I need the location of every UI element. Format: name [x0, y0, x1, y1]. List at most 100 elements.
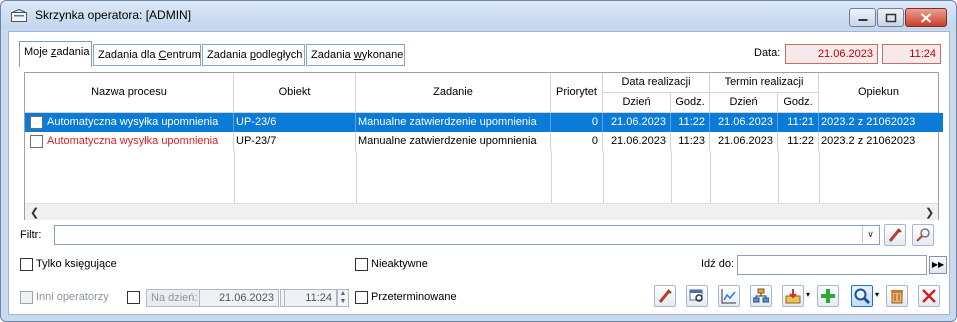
cell-guardian: 2023.2 z 21062023 [821, 135, 916, 147]
import-button[interactable] [782, 285, 804, 307]
minimize-icon [858, 18, 867, 21]
tab-label: Zadania dla [98, 49, 159, 61]
column-label: Dzień [622, 96, 651, 108]
tab-label: Moje [24, 46, 51, 58]
column-header-object[interactable]: Obiekt [234, 73, 356, 113]
on-day-time-input[interactable]: 11:24 [284, 289, 337, 307]
delete-button[interactable] [886, 285, 908, 307]
column-divider [234, 151, 235, 203]
horizontal-scrollbar[interactable]: ❮ ❯ [25, 203, 938, 220]
column-label: Termin realizacji [724, 76, 804, 88]
cell-realization-time: 11:23 [671, 132, 710, 151]
time-spinner[interactable]: ▲ ▼ [337, 289, 349, 307]
pen-icon [658, 289, 672, 303]
column-label: Godz. [675, 96, 705, 108]
tab-accelerator: w [353, 49, 362, 61]
tab-label: Zadania [311, 49, 354, 61]
only-posting-checkbox[interactable] [20, 258, 33, 271]
scroll-right-icon[interactable]: ❯ [925, 206, 934, 219]
goto-label: Idź do: [701, 258, 735, 270]
overdue-checkbox[interactable] [355, 291, 368, 304]
other-operators-label: Inni operatorzy [36, 291, 109, 303]
cell-process: Automatyczna wysyłka upomnienia [47, 113, 234, 132]
tasks-grid: Nazwa procesu Obiekt Zadanie Priorytet D… [24, 72, 943, 220]
column-header-realization-day[interactable]: Dzień [603, 93, 671, 113]
view-dropdown-icon[interactable]: ▾ [875, 290, 879, 299]
current-time: 11:24 [882, 44, 941, 64]
preview-button[interactable] [686, 285, 708, 307]
column-label: Obiekt [278, 86, 311, 98]
cell-realization-time: 11:22 [671, 113, 710, 132]
column-label: Nazwa procesu [91, 86, 167, 98]
column-header-guardian[interactable]: Opiekun [819, 73, 938, 113]
cell-process: Automatyczna wysyłka upomnienia [47, 132, 234, 151]
other-operators-checkbox[interactable] [20, 291, 33, 304]
chart-button[interactable] [718, 285, 740, 307]
close-button[interactable] [905, 8, 947, 27]
filter-dropdown-icon[interactable]: ∨ [862, 226, 878, 243]
operator-inbox-window: Skrzynka operatora: [ADMIN] Moje zadania… [0, 0, 957, 322]
title-bar: Skrzynka operatora: [ADMIN] [1, 1, 956, 29]
minimize-button[interactable] [849, 8, 876, 27]
tab-my-tasks[interactable]: Moje zadania [19, 41, 92, 67]
cell-task: Manualne zatwierdzenie upomnienia [358, 113, 551, 132]
filter-label: Filtr: [20, 229, 42, 241]
tab-subordinate-tasks[interactable]: Zadania podległych [202, 44, 305, 66]
table-row[interactable]: Automatyczna wysyłka upomnienia UP-23/7 … [25, 132, 938, 151]
row-checkbox[interactable] [30, 135, 43, 148]
column-header-process[interactable]: Nazwa procesu [25, 73, 234, 113]
column-header-deadline-day[interactable]: Dzień [710, 93, 778, 113]
column-divider [551, 151, 552, 203]
tab-label: odległych [255, 49, 303, 61]
column-label: Godz. [783, 96, 813, 108]
overdue-label: Przeterminowane [371, 291, 457, 303]
cell-task: Manualne zatwierdzenie upomnienia [358, 132, 551, 151]
goto-button[interactable]: ▶▶ [929, 256, 947, 274]
column-label: Priorytet [556, 86, 597, 98]
filter-input[interactable] [54, 225, 880, 245]
close-window-button[interactable] [918, 285, 940, 307]
tab-completed-tasks[interactable]: Zadania wykonane [306, 44, 405, 66]
import-icon [785, 289, 801, 304]
column-label: Opiekun [858, 86, 899, 98]
close-x-icon [922, 289, 936, 303]
column-header-priority[interactable]: Priorytet [551, 73, 603, 113]
column-header-realization-time[interactable]: Godz. [671, 93, 710, 113]
on-day-checkbox[interactable] [127, 291, 140, 304]
cell-priority: 0 [551, 113, 603, 132]
maximize-icon [885, 13, 896, 22]
view-button[interactable] [851, 285, 873, 307]
hierarchy-button[interactable] [750, 285, 772, 307]
maximize-button[interactable] [877, 8, 904, 27]
import-dropdown-icon[interactable]: ▾ [806, 290, 810, 299]
column-divider [671, 151, 672, 203]
column-group-deadline: Termin realizacji [710, 73, 819, 93]
inactive-checkbox[interactable] [355, 258, 368, 271]
filter-builder-button[interactable] [912, 224, 934, 246]
inactive-label: Nieaktywne [371, 258, 428, 270]
tab-label: ykonane [361, 49, 404, 61]
tab-label: Zadania [207, 49, 250, 61]
on-day-date-input[interactable]: 21.06.2023 [199, 289, 279, 307]
column-label: Dzień [729, 96, 758, 108]
window-title: Skrzynka operatora: [ADMIN] [35, 8, 192, 22]
tab-center-tasks[interactable]: Zadania dla Centrum [93, 44, 201, 66]
clear-filter-button[interactable] [884, 224, 906, 246]
table-row[interactable]: Automatyczna wysyłka upomnienia UP-23/6 … [25, 113, 938, 132]
row-checkbox[interactable] [30, 116, 43, 129]
cell-realization-day: 21.06.2023 [603, 132, 671, 151]
column-header-deadline-time[interactable]: Godz. [778, 93, 819, 113]
mark-button[interactable] [654, 285, 676, 307]
column-divider [710, 151, 711, 203]
column-header-task[interactable]: Zadanie [356, 73, 551, 113]
cell-deadline-day: 21.06.2023 [710, 113, 778, 132]
tab-accelerator: C [158, 49, 167, 61]
hierarchy-icon [753, 288, 769, 303]
scroll-left-icon[interactable]: ❮ [30, 206, 39, 219]
fast-forward-icon: ▶▶ [931, 260, 945, 269]
spin-up-icon: ▲ [339, 290, 347, 297]
column-label: Data realizacji [621, 76, 691, 88]
column-divider [778, 151, 779, 203]
goto-input[interactable] [737, 255, 927, 275]
add-button[interactable] [817, 285, 839, 307]
